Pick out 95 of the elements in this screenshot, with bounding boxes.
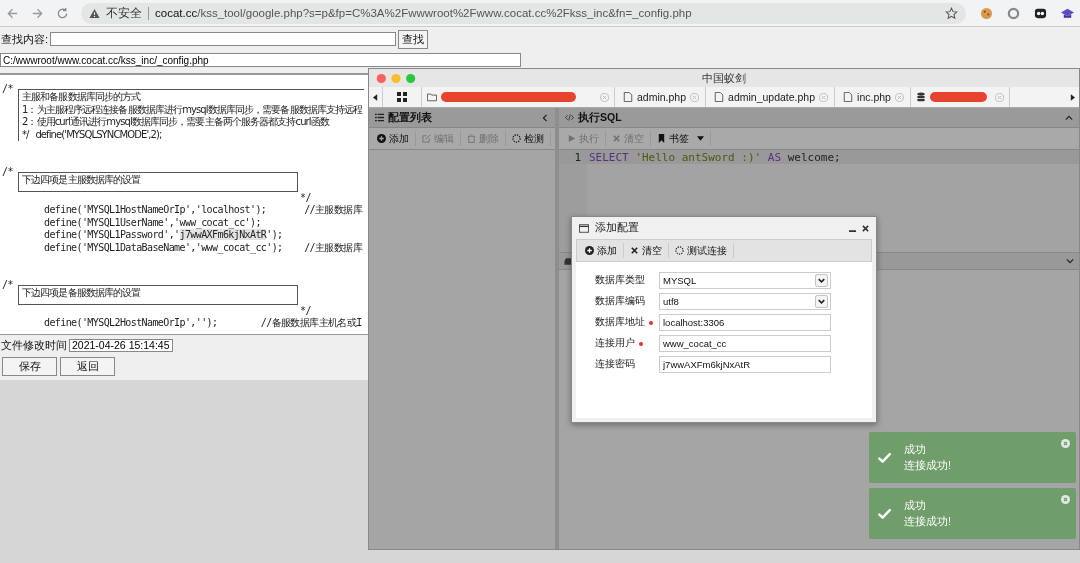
chevron-down-icon (815, 295, 828, 308)
form-button[interactable]: 返回 (60, 357, 115, 376)
comment-mark: */ (300, 191, 311, 204)
folder-icon (427, 92, 437, 102)
file-icon (714, 92, 725, 102)
code-line: define('MYSQL1HostNameOrIp','localhost'); //主服数据库 (44, 204, 363, 217)
toast-title: 成功 (904, 498, 927, 513)
cookie-icon[interactable] (980, 6, 993, 20)
comment-mark: /* (2, 83, 14, 96)
back-icon[interactable] (6, 6, 19, 20)
url-text: cocat.cc/kss_tool/google.php?s=p&fp=C%3A%2Fwwwroot%2Fwww.cocat.cc%2Fkss_inc&fn=_config.php (155, 7, 693, 19)
path-field[interactable]: C:/wwwroot/www.cocat.cc/kss_inc/_config.php (0, 53, 521, 67)
mtime-field[interactable]: 2021-04-26 15:14:45 (69, 338, 173, 352)
panel-title: 配置列表 (388, 110, 432, 125)
tray-icon (564, 256, 573, 266)
code-line: define('MYSQL1DataBaseName','www_cocat_cc'); //主服数据库 (44, 241, 363, 254)
security-warning: 不安全 (106, 5, 142, 21)
scroll-left-icon[interactable] (373, 93, 378, 101)
goggles-icon[interactable] (1034, 6, 1047, 20)
cap-icon[interactable] (1061, 6, 1074, 20)
comment-line: 主服和备服数据库同步的方式 (22, 91, 141, 104)
comment-line: 1：为主服程序远程连接备服数据库进行mysql数据库同步，需要备服数据库支持远程 (22, 103, 363, 116)
reload-icon[interactable] (56, 6, 69, 20)
input-field[interactable]: j7wwAXFm6kjNxAtR (659, 356, 831, 373)
tab-label: admin.php (637, 91, 687, 103)
file-icon (623, 92, 633, 102)
sql-code-line: SELECT 'Hello antSword :)' AS welcome; (589, 150, 842, 164)
check-icon (877, 452, 892, 463)
toast-message: 连接成功! (904, 514, 951, 529)
comment-line: */ define('MYSQLSYNCMODE',2); (22, 128, 162, 141)
code-line: define('MYSQL2HostNameOrIp',''); //备服数据库主机名或I (44, 317, 362, 330)
address-bar[interactable]: 不安全 cocat.cc/kss_tool/google.php?s=p&fp=C%3A%2Fwwwroot%2Fwww.cocat.cc%2Fkss_inc&fn=_config.php (81, 2, 966, 24)
scroll-right-icon[interactable] (1070, 93, 1075, 101)
toolbar-button[interactable]: 书签 (651, 131, 711, 146)
toolbar-button[interactable]: 测试连接 (669, 243, 734, 258)
warning-icon (89, 7, 100, 19)
check-icon (877, 508, 892, 519)
x-icon (630, 246, 639, 255)
code-icon (565, 113, 574, 122)
trash-icon (467, 134, 476, 143)
edit-icon (422, 134, 431, 143)
panel-title: 执行SQL (578, 110, 622, 125)
chevron-down-icon (815, 274, 828, 287)
toolbar-button[interactable]: 清空 (624, 243, 669, 258)
spinner-icon (512, 134, 521, 143)
toolbar-button[interactable]: 添加 (579, 243, 624, 258)
field-label: 数据库编码 (595, 295, 645, 308)
window-title: 中国蚁剑 (702, 72, 746, 86)
form-button[interactable]: 保存 (2, 357, 57, 376)
field-label: 数据库地址 (595, 316, 645, 329)
field-label: 连接用户 (595, 337, 635, 350)
search-field[interactable] (50, 32, 397, 46)
spinner-icon (675, 246, 684, 255)
collapse-icon[interactable] (1065, 113, 1073, 122)
ring-icon[interactable] (1007, 6, 1020, 20)
bookmark-icon (657, 134, 666, 143)
x-icon (612, 134, 621, 143)
input-field[interactable]: localhost:3306 (659, 314, 831, 331)
toolbar-button[interactable]: 检测 (506, 131, 551, 146)
grid-icon (397, 92, 407, 102)
comment-mark: */ (300, 304, 311, 317)
dropdown[interactable]: MYSQL (659, 272, 831, 289)
play-icon (567, 134, 576, 143)
toast-message: 连接成功! (904, 458, 951, 473)
comment-line: 下边四项是主服数据库的设置 (22, 174, 141, 187)
tab-label: admin_update.php (728, 91, 816, 103)
file-icon (843, 92, 854, 102)
input-field[interactable]: www_cocat_cc (659, 335, 831, 352)
line-number: 1 (573, 150, 581, 164)
comment-mark: /* (2, 279, 14, 292)
star-icon[interactable] (945, 6, 958, 20)
search-label: 查找内容: (1, 31, 49, 47)
comment-line: 2：使用curl通讯进行mysql数据库同步，需要主备两个服务器都支持curl函数 (22, 116, 329, 129)
close-icon[interactable] (862, 224, 869, 232)
window-icon (579, 223, 589, 233)
mtime-label: 文件修改时间 (1, 337, 67, 353)
comment-line: 下边四项是备服数据库的设置 (22, 287, 141, 300)
field-label: 数据库类型 (595, 274, 645, 287)
collapse-icon[interactable] (541, 113, 549, 122)
forward-icon[interactable] (31, 6, 44, 20)
search-button[interactable]: 查找 (398, 29, 429, 49)
plus-icon (585, 246, 594, 255)
dialog-title: 添加配置 (595, 221, 639, 235)
code-line: define('MYSQL1Password','j7wwAXFm6kjNxAtR'); (44, 229, 283, 242)
tab-label: inc.php (857, 91, 891, 103)
field-label: 连接密码 (595, 358, 635, 371)
code-line: define('MYSQL1UserName','www_cocat_cc'); (44, 216, 261, 229)
comment-mark: /* (2, 166, 14, 179)
toolbar-button[interactable]: 添加 (371, 131, 416, 146)
dropdown[interactable]: utf8 (659, 293, 831, 310)
plus-icon (377, 134, 386, 143)
toast-title: 成功 (904, 442, 927, 457)
expand-icon[interactable] (1066, 257, 1074, 265)
list-icon (375, 113, 384, 122)
database-icon (915, 92, 926, 102)
